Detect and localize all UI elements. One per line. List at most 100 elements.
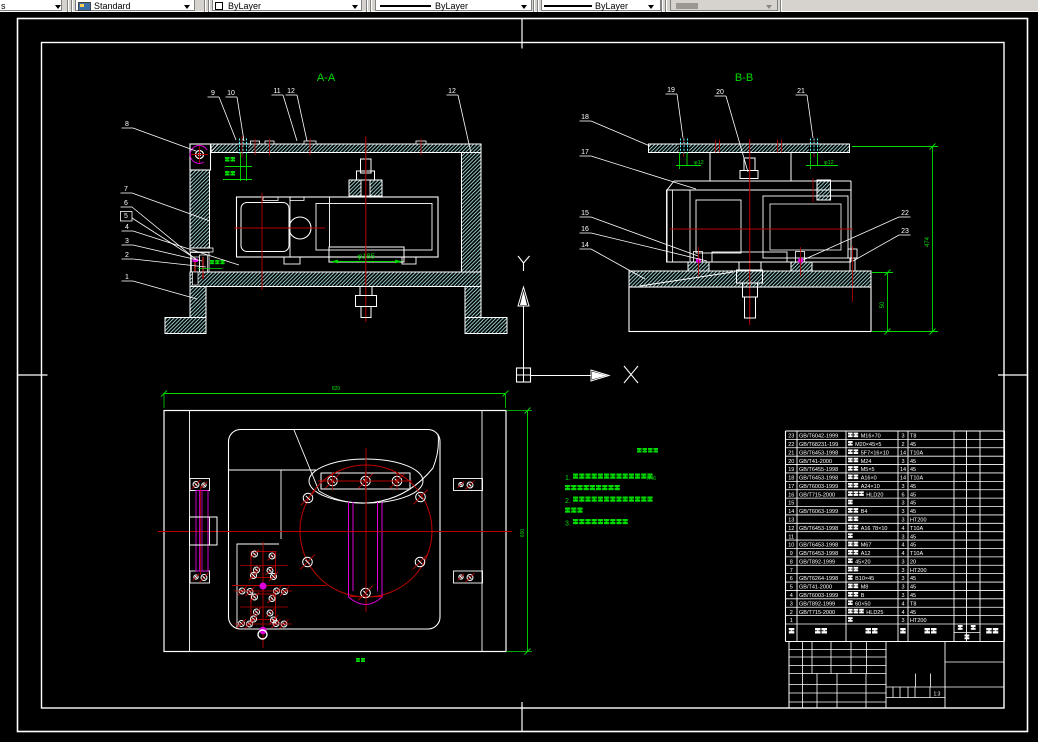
svg-text:GB/T6003-1999: GB/T6003-1999 [799,484,838,490]
svg-text:4: 4 [901,610,904,616]
svg-text:GB/T41-2000: GB/T41-2000 [799,459,832,465]
svg-text:3: 3 [901,509,904,515]
svg-text:14: 14 [581,242,589,249]
svg-text:M67: M67 [861,543,872,549]
svg-text:A16 78×10: A16 78×10 [861,526,888,532]
svg-text:T10A: T10A [910,450,923,456]
svg-text:GB/T6453-1998: GB/T6453-1998 [799,450,838,456]
svg-text:15: 15 [581,210,589,217]
svg-text:B-B: B-B [735,72,753,84]
svg-text:GB/T892-1999: GB/T892-1999 [799,559,835,565]
svg-text:GB/T6264-1998: GB/T6264-1998 [799,576,838,582]
svg-text:45: 45 [910,534,916,540]
svg-text:3: 3 [901,518,904,524]
svg-text:B4: B4 [861,509,868,515]
svg-text:6: 6 [901,492,904,498]
svg-text:21: 21 [797,88,805,95]
svg-text:23: 23 [901,228,909,235]
svg-text:2.: 2. [565,498,571,505]
svg-text:3: 3 [901,559,904,565]
svg-text:1:3: 1:3 [934,692,941,698]
svg-text:45: 45 [910,543,916,549]
svg-text:14: 14 [900,476,906,482]
svg-text:16: 16 [788,492,794,498]
svg-text:7: 7 [124,186,128,193]
svg-text:4: 4 [901,601,904,607]
svg-text:2: 2 [901,442,904,448]
svg-text:8: 8 [125,121,129,128]
svg-text:HT200: HT200 [910,618,927,624]
svg-text:GB/T6455-1998: GB/T6455-1998 [799,467,838,473]
svg-text:3: 3 [901,459,904,465]
svg-text:3: 3 [901,484,904,490]
svg-text:20: 20 [716,89,724,96]
svg-text:18: 18 [581,114,589,121]
svg-text:A16×0: A16×0 [861,476,877,482]
svg-text:45: 45 [910,585,916,591]
svg-text:45: 45 [910,610,916,616]
svg-text:23: 23 [788,434,794,440]
svg-text:4: 4 [901,543,904,549]
svg-text:12: 12 [448,88,456,95]
svg-text:45: 45 [910,492,916,498]
svg-text:HT200: HT200 [910,518,927,524]
svg-text:M20×45×5: M20×45×5 [855,442,881,448]
svg-text:3: 3 [901,593,904,599]
svg-text:12: 12 [788,526,794,532]
svg-text:6: 6 [124,200,128,207]
svg-text:4: 4 [790,593,793,599]
svg-text:2: 2 [790,610,793,616]
svg-text:20: 20 [788,459,794,465]
svg-text:3: 3 [901,534,904,540]
svg-text:T10A: T10A [910,476,923,482]
svg-text:11: 11 [788,534,794,540]
svg-text:4: 4 [901,526,904,532]
svg-text:T10A: T10A [910,526,923,532]
svg-text:21: 21 [788,450,794,456]
svg-text:50: 50 [880,301,886,308]
svg-text:B10×45: B10×45 [855,576,874,582]
svg-text:5: 5 [124,213,128,220]
svg-text:600: 600 [520,529,526,538]
svg-text:HLD25: HLD25 [866,610,883,616]
svg-text:M5×5: M5×5 [861,467,875,473]
svg-text:GB/T6042-1999: GB/T6042-1999 [799,434,838,440]
svg-text:GB/T6453-1998: GB/T6453-1998 [799,543,838,549]
svg-text:T8: T8 [910,601,916,607]
svg-text:1: 1 [125,274,129,281]
svg-text:3.: 3. [565,521,571,528]
svg-text:17: 17 [788,484,794,490]
svg-text:13: 13 [788,518,794,524]
svg-text:GB/T41-2000: GB/T41-2000 [799,585,832,591]
svg-text:3: 3 [901,568,904,574]
svg-text:B: B [861,593,865,599]
svg-text:1.: 1. [565,475,571,482]
svg-text:14: 14 [900,467,906,473]
svg-text:A-A: A-A [317,72,336,84]
svg-text:18: 18 [788,476,794,482]
svg-text:3: 3 [901,434,904,440]
svg-text:17: 17 [581,149,589,156]
svg-text:9: 9 [790,551,793,557]
svg-text:45: 45 [910,593,916,599]
svg-text:M8: M8 [861,585,869,591]
svg-text:φ12: φ12 [694,160,704,166]
svg-text:HLD20: HLD20 [866,492,883,498]
svg-text:14: 14 [788,509,794,515]
svg-text:45: 45 [910,459,916,465]
svg-text:45: 45 [910,501,916,507]
svg-text:14: 14 [900,450,906,456]
svg-text:M16×70: M16×70 [861,434,881,440]
svg-text:HT200: HT200 [910,568,927,574]
svg-text:5: 5 [790,585,793,591]
svg-text:3: 3 [901,576,904,582]
svg-text:10: 10 [227,90,235,97]
svg-text:GB/T6063-1999: GB/T6063-1999 [799,509,838,515]
svg-text:6: 6 [790,576,793,582]
svg-text:3: 3 [125,238,129,245]
svg-text:4: 4 [125,224,129,231]
svg-text:GB/T892-1999: GB/T892-1999 [799,601,835,607]
svg-text:22: 22 [788,442,794,448]
svg-text:45: 45 [910,484,916,490]
svg-text:8: 8 [790,559,793,565]
